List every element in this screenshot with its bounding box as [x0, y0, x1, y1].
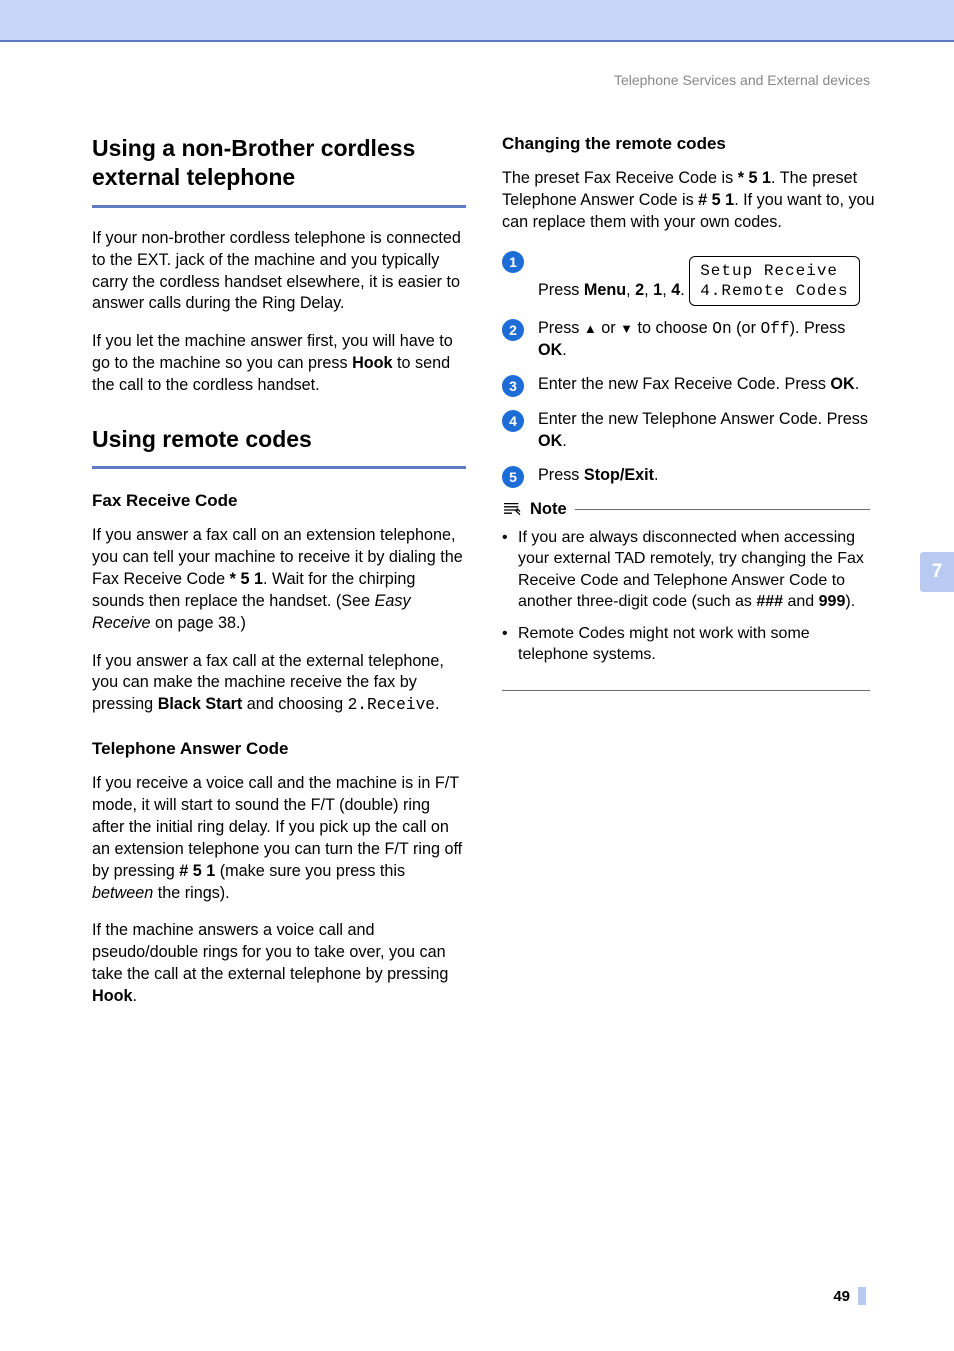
- left-column: Using a non-Brother cordless external te…: [92, 134, 466, 1024]
- note-icon: [502, 502, 522, 518]
- text: ). Press: [790, 319, 846, 337]
- note-item: If you are always disconnected when acce…: [502, 527, 870, 613]
- note-block: Note If you are always disconnected when…: [502, 500, 870, 691]
- step-badge-icon: 4: [502, 410, 524, 432]
- note-title: Note: [530, 500, 567, 519]
- step-body: Enter the new Fax Receive Code. Press OK…: [538, 374, 876, 396]
- heading-fax-receive: Fax Receive Code: [92, 491, 466, 511]
- text: ,: [644, 281, 653, 299]
- right-column: Changing the remote codes The preset Fax…: [502, 134, 876, 1024]
- text: ).: [845, 593, 855, 610]
- text: ,: [626, 281, 635, 299]
- heading-nonbrother: Using a non-Brother cordless external te…: [92, 134, 466, 208]
- mono-text: On: [712, 320, 731, 338]
- step-body: Press Stop/Exit.: [538, 465, 876, 487]
- text: If the machine answers a voice call and …: [92, 921, 448, 983]
- lcd-display: Setup Receive 4.Remote Codes: [689, 256, 859, 306]
- italic-text: between: [92, 884, 153, 902]
- ok-label: OK: [538, 432, 562, 450]
- hook-label: Hook: [92, 987, 132, 1005]
- text: Enter the new Telephone Answer Code. Pre…: [538, 410, 868, 428]
- black-start-label: Black Start: [158, 695, 243, 713]
- mono-text: 2.Receive: [348, 696, 435, 714]
- step-body: Press ▲ or ▼ to choose On (or Off). Pres…: [538, 318, 876, 363]
- paragraph: If your non-brother cordless telephone i…: [92, 228, 466, 315]
- text: The preset Fax Receive Code is: [502, 169, 738, 187]
- step-body: Press Menu, 2, 1, 4. Setup Receive 4.Rem…: [538, 250, 876, 306]
- code-text: # 5 1: [698, 191, 734, 209]
- text: to choose: [633, 319, 712, 337]
- note-header: Note: [502, 500, 870, 519]
- step-badge-icon: 5: [502, 466, 524, 488]
- heading-changing-codes: Changing the remote codes: [502, 134, 876, 154]
- text: .: [562, 432, 567, 450]
- menu-label: Menu: [584, 281, 626, 299]
- code-text: 999: [819, 593, 846, 610]
- note-item: Remote Codes might not work with some te…: [502, 623, 870, 666]
- text: .: [132, 987, 137, 1005]
- heading-tel-answer: Telephone Answer Code: [92, 739, 466, 759]
- text: Press: [538, 466, 584, 484]
- footer-bar-icon: [858, 1287, 866, 1305]
- text: .: [680, 281, 685, 299]
- step-2: 2 Press ▲ or ▼ to choose On (or Off). Pr…: [502, 318, 876, 363]
- mono-text: Off: [760, 320, 789, 338]
- step-3: 3 Enter the new Fax Receive Code. Press …: [502, 374, 876, 397]
- key-label: 4: [671, 281, 680, 299]
- code-text: ###: [756, 593, 783, 610]
- two-column-layout: Using a non-Brother cordless external te…: [92, 134, 876, 1024]
- text: or: [597, 319, 620, 337]
- text: and choosing: [242, 695, 347, 713]
- paragraph: The preset Fax Receive Code is * 5 1. Th…: [502, 168, 876, 234]
- text: Enter the new Fax Receive Code. Press: [538, 375, 830, 393]
- text: ,: [662, 281, 671, 299]
- text: Press: [538, 319, 584, 337]
- page-content: Telephone Services and External devices …: [0, 42, 954, 1024]
- step-5: 5 Press Stop/Exit.: [502, 465, 876, 488]
- text: .: [654, 466, 659, 484]
- step-body: Enter the new Telephone Answer Code. Pre…: [538, 409, 876, 453]
- chapter-tab: 7: [920, 552, 954, 592]
- up-arrow-icon: ▲: [584, 321, 597, 336]
- text: .: [435, 695, 440, 713]
- code-text: * 5 1: [738, 169, 771, 187]
- code-text: * 5 1: [230, 570, 263, 588]
- ok-label: OK: [538, 341, 562, 359]
- heading-remote-codes: Using remote codes: [92, 425, 466, 469]
- step-badge-icon: 2: [502, 319, 524, 341]
- ok-label: OK: [830, 375, 854, 393]
- page-number: 49: [833, 1288, 850, 1305]
- hook-label: Hook: [352, 354, 392, 372]
- code-text: # 5 1: [179, 862, 215, 880]
- text: .: [562, 341, 567, 359]
- down-arrow-icon: ▼: [620, 321, 633, 336]
- text: Press: [538, 281, 584, 299]
- key-label: 1: [653, 281, 662, 299]
- text: (make sure you press this: [215, 862, 405, 880]
- text: .: [855, 375, 860, 393]
- paragraph: If you receive a voice call and the mach…: [92, 773, 466, 904]
- top-banner: [0, 0, 954, 42]
- paragraph: If you let the machine answer first, you…: [92, 331, 466, 397]
- page-footer: 49: [833, 1287, 866, 1305]
- breadcrumb: Telephone Services and External devices: [92, 72, 870, 88]
- divider: [575, 509, 870, 511]
- step-badge-icon: 1: [502, 251, 524, 273]
- paragraph: If the machine answers a voice call and …: [92, 920, 466, 1007]
- text: on page 38.): [150, 614, 245, 632]
- step-badge-icon: 3: [502, 375, 524, 397]
- text: the rings).: [153, 884, 229, 902]
- step-4: 4 Enter the new Telephone Answer Code. P…: [502, 409, 876, 453]
- text: (or: [732, 319, 761, 337]
- step-1: 1 Press Menu, 2, 1, 4. Setup Receive 4.R…: [502, 250, 876, 306]
- text: and: [783, 593, 819, 610]
- paragraph: If you answer a fax call on an extension…: [92, 525, 466, 634]
- key-label: 2: [635, 281, 644, 299]
- stop-exit-label: Stop/Exit: [584, 466, 654, 484]
- paragraph: If you answer a fax call at the external…: [92, 651, 466, 718]
